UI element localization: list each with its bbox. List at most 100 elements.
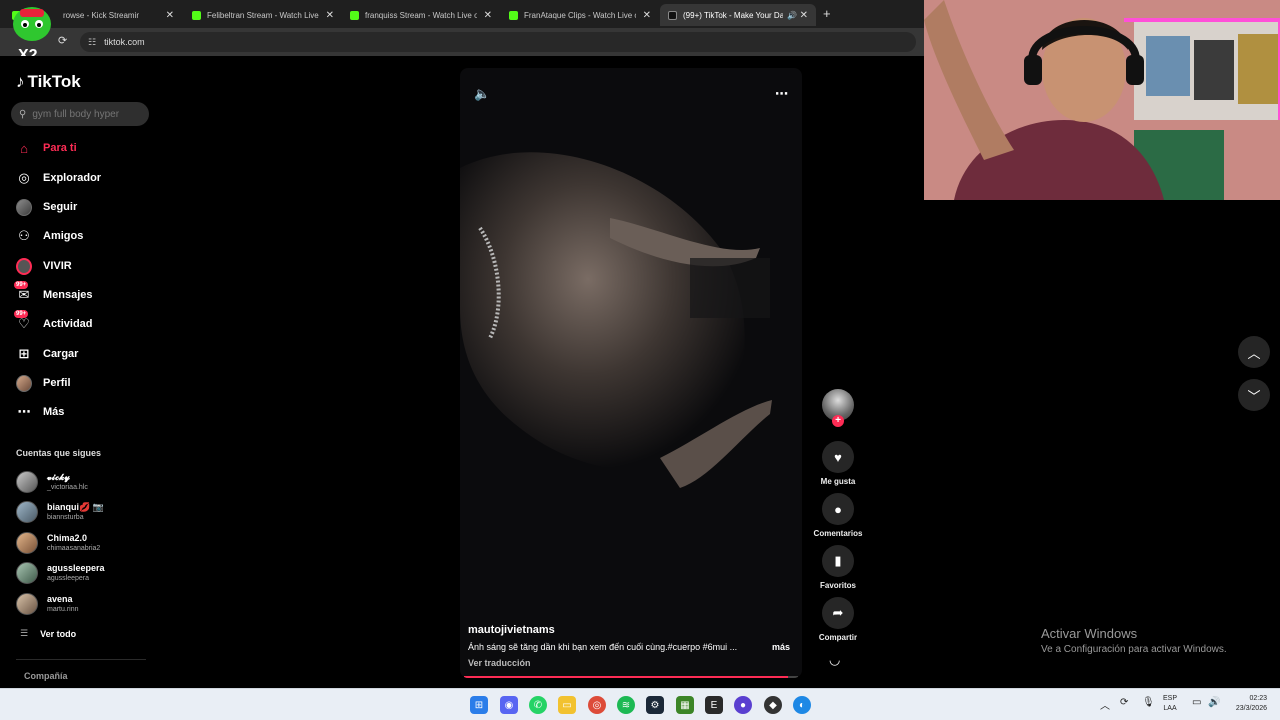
see-all-button[interactable]: ☰ Ver todo (20, 628, 76, 639)
speaker-icon[interactable]: 🔊 (787, 11, 797, 20)
whatsapp-icon[interactable]: ✆ (529, 696, 547, 714)
upload-icon: ⊞ (18, 346, 30, 361)
keyboard-layout: LAA (1163, 705, 1177, 712)
webcam-overlay (924, 0, 1280, 200)
start-icon[interactable]: ⊞ (470, 696, 488, 714)
browser-tab-bar: rowse - Kick Streaming ✕ Felibeltran Str… (0, 0, 924, 28)
more-options-icon[interactable]: ⋯ (775, 86, 788, 102)
windows-taskbar: ⊞ ◉ ✆ ▭ ◎ ≋ ⚙ ▦ E ● ◆ ◐ ︿ ⟳ 🎙 ESP LAA ▭ … (0, 688, 1280, 720)
emoji-icon[interactable]: ◡ (829, 652, 840, 668)
next-video-button[interactable]: ﹀ (1238, 379, 1270, 411)
video-player[interactable]: 🔈 ⋯ mautojivietnams Ánh sáng sẽ tăng dần… (460, 68, 802, 678)
more-text-button[interactable]: más (772, 642, 790, 652)
search-box[interactable]: ⚲ (11, 102, 149, 126)
spotify-icon[interactable]: ≋ (617, 696, 635, 714)
divider (16, 659, 146, 660)
close-tab-icon[interactable]: ✕ (166, 10, 174, 21)
video-frame (460, 108, 802, 668)
company-link[interactable]: Compañía (24, 671, 68, 681)
following-title: Cuentas que sigues (16, 448, 102, 458)
nav-mas[interactable]: ⋯ Más (16, 402, 65, 422)
language-indicator[interactable]: ESP LAA (1163, 694, 1177, 714)
edge-icon[interactable]: ◐ (793, 696, 811, 714)
messages-badge: 99+ (14, 281, 29, 289)
translate-button[interactable]: Ver traducción (468, 658, 531, 668)
follow-plus-icon[interactable]: + (832, 415, 844, 427)
nav-label: Para ti (43, 142, 77, 154)
nav-vivir[interactable]: VIVIR (16, 256, 72, 276)
nav-amigos[interactable]: ⚇ Amigos (16, 226, 83, 246)
brand-text: TikTok (27, 72, 81, 91)
nav-label: Actividad (43, 318, 93, 330)
reload-icon[interactable]: ⟳ (58, 34, 67, 47)
new-tab-button[interactable]: + (823, 6, 831, 21)
nav-label: Más (43, 406, 65, 418)
video-progress-bar[interactable] (464, 676, 798, 678)
favorites-button[interactable]: ▮ Favoritos (812, 545, 864, 590)
file-explorer-icon[interactable]: ▭ (558, 696, 576, 714)
microphone-icon[interactable]: 🎙 (1142, 697, 1155, 708)
chrome-icon[interactable]: ◎ (588, 696, 606, 714)
nav-label: Amigos (43, 230, 84, 242)
followed-account[interactable]: 𝓿𝓲𝓬𝓴𝔂 _victoriaa.hlc (16, 469, 88, 495)
previous-video-button[interactable]: ︿ (1238, 336, 1270, 368)
video-author[interactable]: mautojivietnams (468, 624, 555, 636)
nav-label: Cargar (43, 348, 79, 360)
nav-mensajes[interactable]: ✉ 99+ Mensajes (14, 281, 93, 305)
browser-tab-franataque[interactable]: FranAtaque Clips - Watch Live o ✕ (501, 4, 659, 26)
tab-label: (99+) TikTok - Make Your Da (683, 10, 783, 20)
activate-title: Activar Windows (1041, 626, 1138, 641)
sync-icon[interactable]: ⟳ (1120, 697, 1128, 708)
tiktok-logo[interactable]: ♪ TikTok (16, 72, 81, 92)
chevron-down-icon: ﹀ (1247, 388, 1261, 404)
comment-icon: ● (822, 493, 854, 525)
steam-icon[interactable]: ⚙ (646, 696, 664, 714)
chevron-up-icon: ︿ (1247, 345, 1261, 361)
search-icon: ⚲ (19, 108, 27, 120)
address-bar: ⟳ ☷ tiktok.com (0, 28, 924, 56)
url-text: tiktok.com (104, 37, 145, 47)
kick-icon (509, 10, 518, 20)
followed-account[interactable]: bianqui💋 📷 biannsturba (16, 499, 104, 525)
avatar (16, 562, 38, 584)
followed-account[interactable]: avena martu.rinn (16, 591, 79, 617)
nav-cargar[interactable]: ⊞ Cargar (16, 344, 79, 364)
volume-icon[interactable]: 🔈 (474, 86, 490, 102)
browser-tab-tiktok[interactable]: (99+) TikTok - Make Your Da 🔊 ✕ (660, 4, 816, 26)
browser-tab-franquiss[interactable]: franquiss Stream - Watch Live o ✕ (342, 4, 500, 26)
close-tab-icon[interactable]: ✕ (800, 10, 808, 21)
clock[interactable]: 02:23 23/3/2026 (1221, 694, 1267, 714)
close-tab-icon[interactable]: ✕ (484, 10, 492, 21)
nav-explorador[interactable]: ◎ Explorador (16, 168, 101, 188)
obs-icon[interactable]: ● (734, 696, 752, 714)
minecraft-icon[interactable]: ▦ (676, 696, 694, 714)
account-username: _victoriaa.hlc (47, 484, 88, 491)
nav-label: Perfil (43, 377, 71, 389)
live-icon (16, 257, 32, 275)
nav-perfil[interactable]: Perfil (16, 373, 71, 393)
close-tab-icon[interactable]: ✕ (643, 10, 651, 21)
share-button[interactable]: ➦ Compartir (812, 597, 864, 642)
creator-avatar-button[interactable]: + (812, 389, 864, 429)
activity-badge: 99+ (14, 310, 29, 318)
followed-account[interactable]: Chima2.0 chimaasanabria2 (16, 530, 100, 556)
browser-tab-felibeltran[interactable]: Felibeltran Stream - Watch Live ✕ (184, 4, 342, 26)
nav-seguir[interactable]: Seguir (16, 197, 77, 217)
network-icon[interactable]: ▭ (1192, 697, 1201, 708)
volume-tray-icon[interactable]: 🔊 (1208, 697, 1220, 708)
epic-games-icon[interactable]: E (705, 696, 723, 714)
nav-actividad[interactable]: ♡ 99+ Actividad (14, 310, 93, 334)
discord-icon[interactable]: ◉ (500, 696, 518, 714)
followed-account[interactable]: agussleepera agussleepera (16, 560, 105, 586)
app-icon[interactable]: ◆ (764, 696, 782, 714)
search-input[interactable] (32, 108, 133, 120)
comments-button[interactable]: ● Comentarios (812, 493, 864, 538)
like-button[interactable]: ♥ Me gusta (812, 441, 864, 486)
close-tab-icon[interactable]: ✕ (326, 10, 334, 21)
tray-overflow-icon[interactable]: ︿ (1100, 697, 1110, 712)
nav-para-ti[interactable]: ⌂ Para ti (16, 138, 77, 158)
tab-label: FranAtaque Clips - Watch Live o (524, 10, 636, 20)
nav-label: Seguir (43, 201, 78, 213)
url-field[interactable]: ☷ tiktok.com (80, 32, 916, 52)
site-settings-icon[interactable]: ☷ (88, 37, 96, 48)
